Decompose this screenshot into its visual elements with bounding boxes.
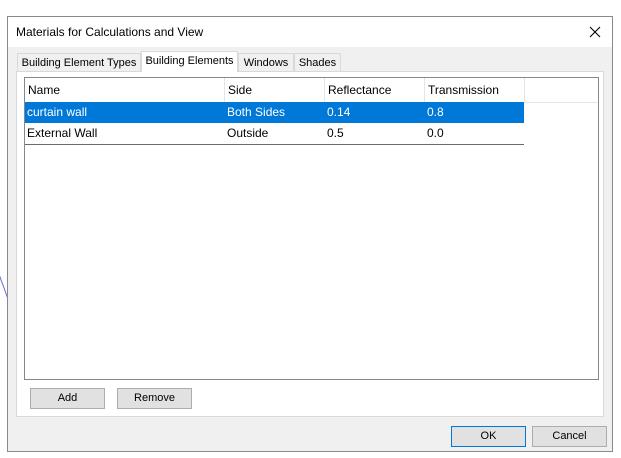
- column-header-reflectance[interactable]: Reflectance: [325, 78, 425, 102]
- cell-transmission: 0.0: [427, 126, 444, 140]
- close-button[interactable]: [584, 21, 606, 43]
- tab-panel-building-elements: Name Side Reflectance Transmission curta…: [16, 71, 604, 417]
- cell-reflectance: 0.14: [327, 105, 351, 119]
- add-button[interactable]: Add: [30, 388, 105, 409]
- ok-button[interactable]: OK: [451, 426, 526, 447]
- dialog-title: Materials for Calculations and View: [16, 25, 204, 39]
- cell-reflectance: 0.5: [327, 126, 344, 140]
- tab-building-elements[interactable]: Building Elements: [141, 51, 238, 72]
- title-bar[interactable]: Materials for Calculations and View: [8, 17, 612, 48]
- column-header-transmission[interactable]: Transmission: [425, 78, 525, 102]
- remove-button[interactable]: Remove: [117, 388, 192, 409]
- tab-shades[interactable]: Shades: [294, 53, 341, 71]
- cell-name: External Wall: [27, 126, 98, 140]
- cell-side: Outside: [227, 126, 269, 140]
- column-header-name[interactable]: Name: [25, 78, 225, 102]
- tab-windows[interactable]: Windows: [238, 53, 294, 71]
- cancel-button[interactable]: Cancel: [532, 426, 607, 447]
- materials-dialog: Materials for Calculations and View Buil…: [7, 16, 613, 452]
- close-icon: [589, 26, 601, 38]
- table-header: Name Side Reflectance Transmission: [25, 78, 598, 103]
- cell-side: Both Sides: [227, 105, 286, 119]
- table-row[interactable]: External Wall Outside 0.5 0.0: [25, 123, 524, 145]
- cell-transmission: 0.8: [427, 105, 444, 119]
- column-header-side[interactable]: Side: [225, 78, 325, 102]
- cell-name: curtain wall: [27, 105, 88, 119]
- table-row[interactable]: curtain wall Both Sides 0.14 0.8: [25, 102, 524, 123]
- elements-table[interactable]: Name Side Reflectance Transmission curta…: [24, 77, 599, 380]
- tab-building-element-types[interactable]: Building Element Types: [17, 53, 141, 71]
